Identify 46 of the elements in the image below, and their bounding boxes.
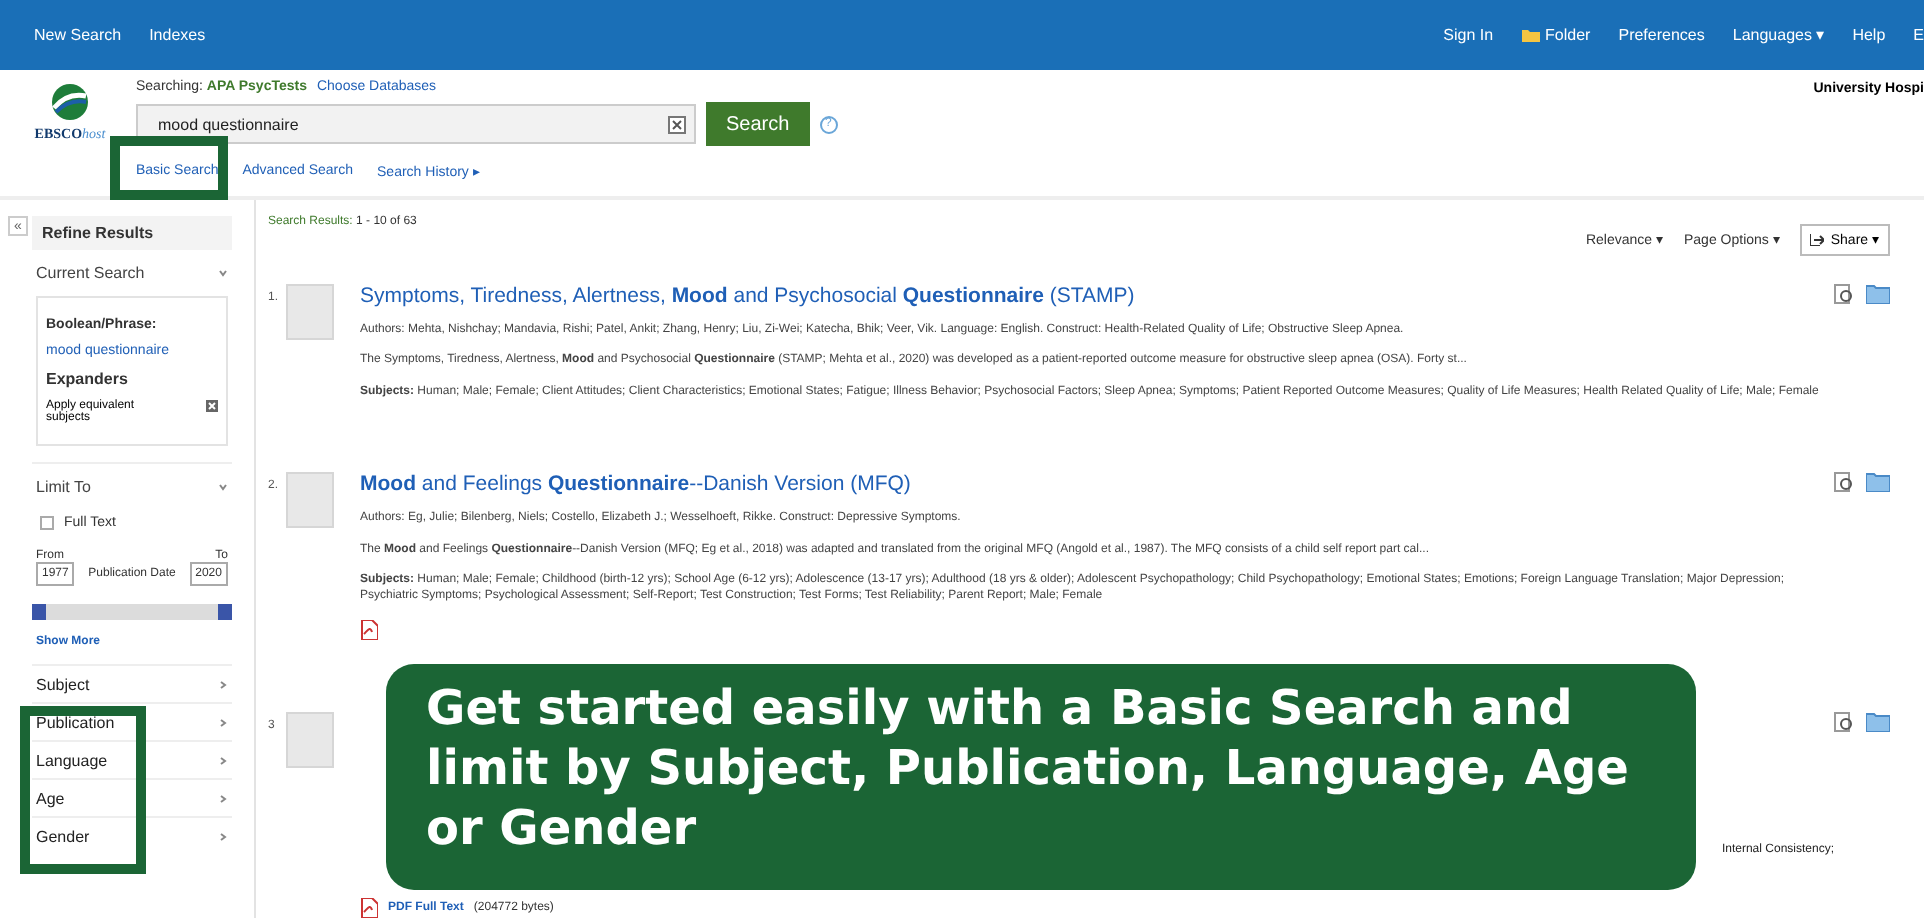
nav-link[interactable]: Preferences: [1618, 26, 1705, 44]
search-button[interactable]: Search: [706, 102, 810, 146]
remove-icon[interactable]: [206, 400, 218, 412]
nav-link[interactable]: Help: [1852, 26, 1886, 44]
folder-icon[interactable]: [1866, 472, 1890, 493]
nav-link[interactable]: E: [1913, 26, 1924, 44]
section-heading: Limit To: [36, 478, 91, 496]
folder-icon[interactable]: [1866, 711, 1890, 732]
section-heading: Current Search: [36, 264, 145, 282]
nav-link[interactable]: Sign In: [1443, 26, 1494, 44]
checkbox[interactable]: [40, 516, 54, 530]
clear-icon[interactable]: [668, 115, 686, 133]
facet-item[interactable]: Subject: [36, 675, 90, 693]
folder-icon: [1521, 28, 1540, 42]
preview-icon[interactable]: [1834, 472, 1854, 493]
result-title-link[interactable]: Symptoms, Tiredness, Alertness, Mood and Psychosocial Questionnaire (STAMP): [360, 284, 1834, 308]
highlight-frame: [110, 136, 228, 200]
nav-link[interactable]: Indexes: [149, 26, 206, 44]
facet-item[interactable]: Language: [36, 751, 108, 769]
expanders-label: Expanders: [46, 370, 130, 388]
document-thumbnail[interactable]: [286, 472, 334, 529]
logo-icon: [52, 84, 88, 120]
callout-banner: Get started easily with a Basic Search and limit by Subject, Publication, Language, Age or Gender: [386, 664, 1696, 890]
refine-results-heading: Refine Results: [32, 216, 232, 250]
document-thumbnail[interactable]: [286, 711, 334, 768]
preview-icon[interactable]: [1834, 711, 1854, 732]
folder-icon[interactable]: [1866, 284, 1890, 304]
nav-link[interactable]: Languages ▾: [1732, 26, 1825, 44]
search-field[interactable]: mood questionnaire: [136, 104, 696, 144]
chevron-icon[interactable]: [218, 679, 228, 689]
facet-item[interactable]: Publication: [36, 713, 115, 731]
facet-item[interactable]: Age: [36, 789, 65, 807]
folder-link[interactable]: Folder: [1521, 26, 1591, 44]
chevron-icon[interactable]: [218, 793, 228, 803]
chevron-icon[interactable]: [218, 755, 228, 765]
chevron-icon[interactable]: [218, 717, 228, 727]
share-icon: [1810, 234, 1825, 246]
result-title-link[interactable]: Mood and Feelings Questionnaire--Danish Version (MFQ): [360, 472, 1834, 497]
nav-link[interactable]: New Search: [34, 26, 122, 44]
document-thumbnail[interactable]: [286, 284, 334, 340]
chevron-icon[interactable]: [218, 482, 228, 492]
facet-item[interactable]: Gender: [36, 827, 90, 845]
date-slider[interactable]: [32, 604, 232, 620]
chevron-icon[interactable]: [218, 268, 228, 278]
chevron-icon[interactable]: [218, 831, 228, 841]
preview-icon[interactable]: [1834, 284, 1854, 304]
